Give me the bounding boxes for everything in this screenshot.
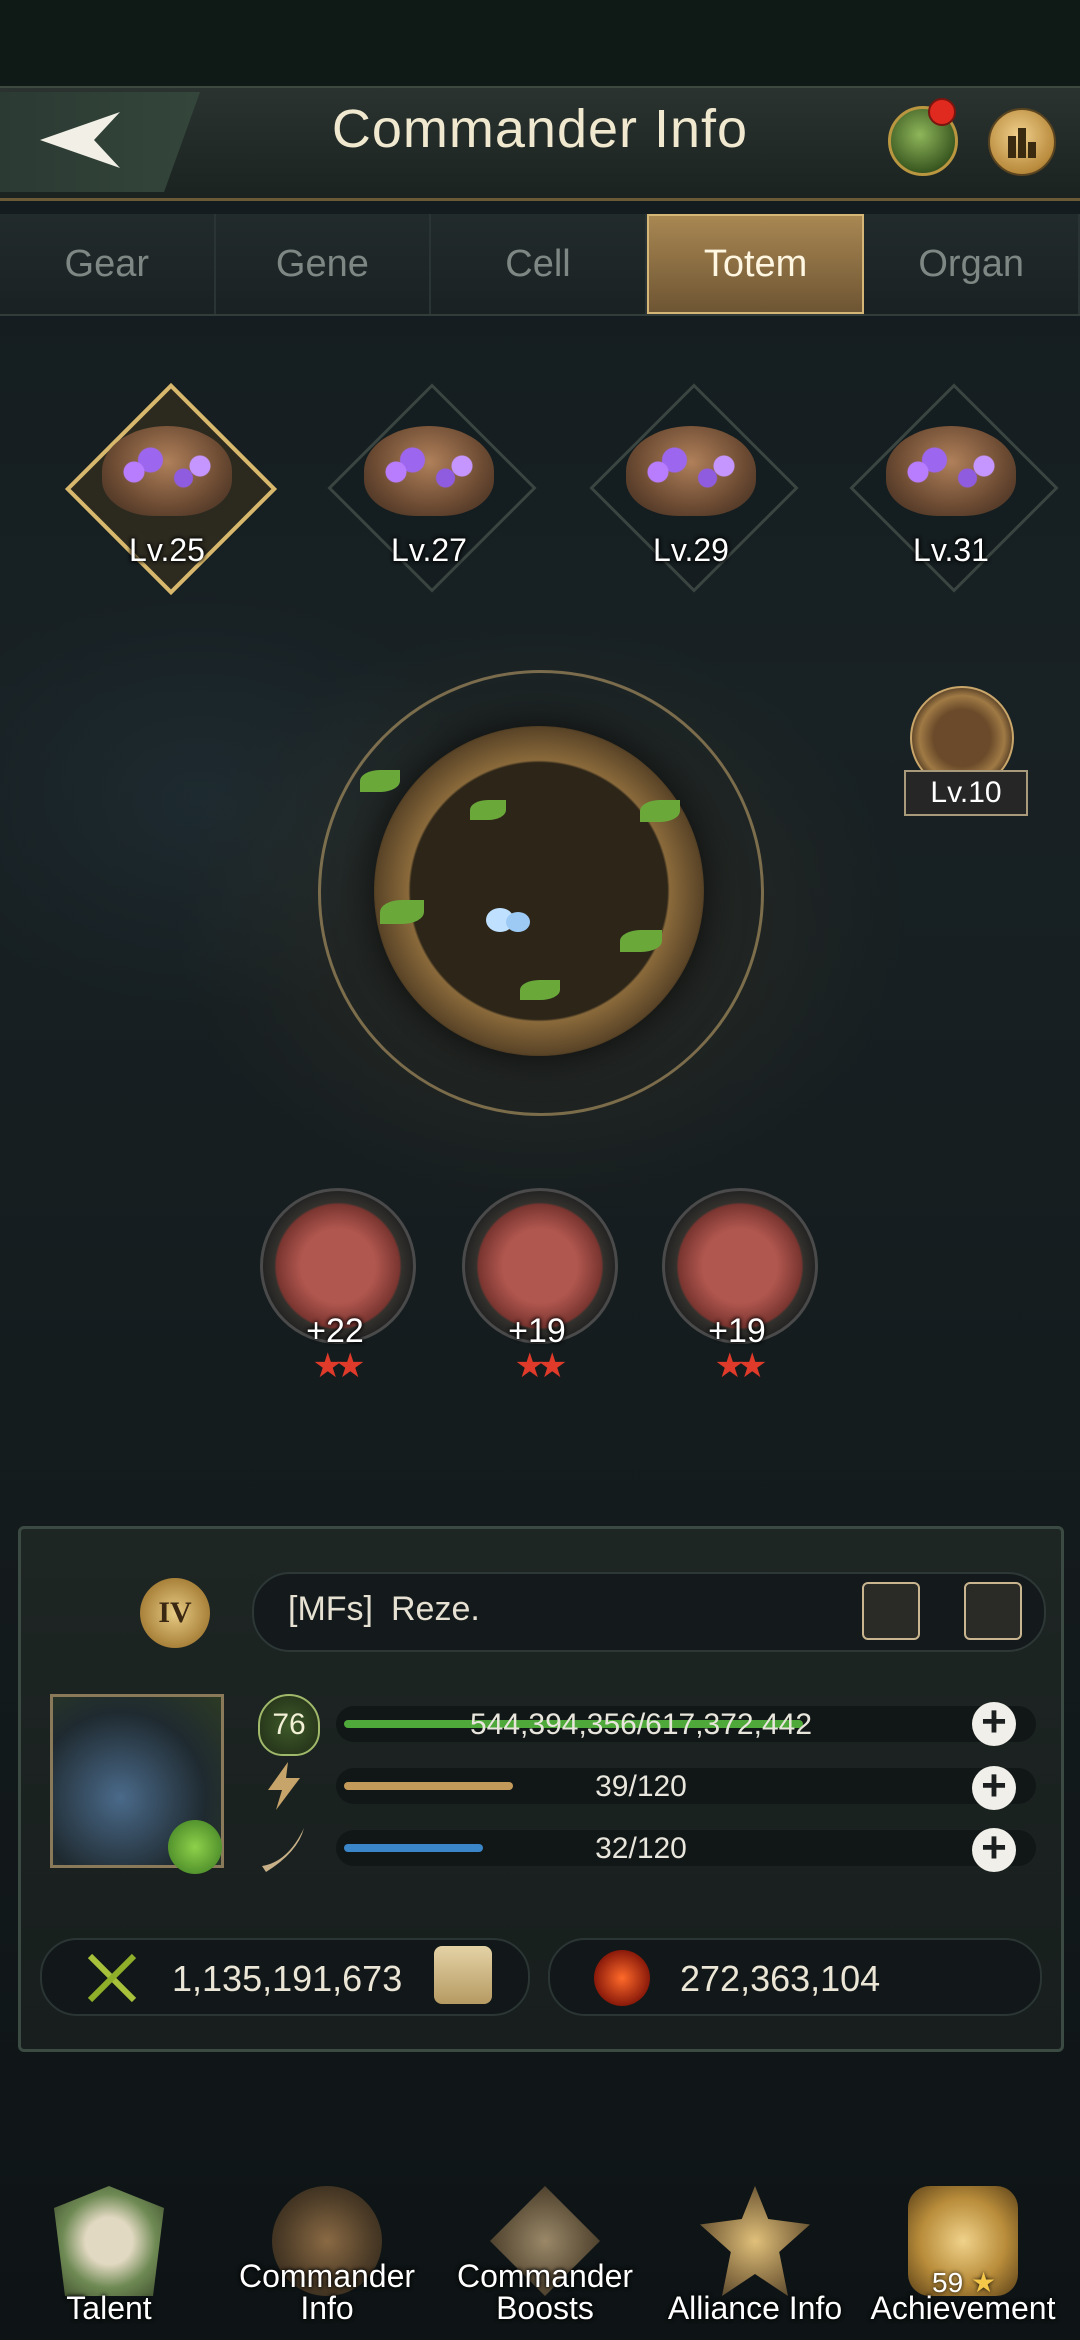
- slot-level: Lv.27: [391, 532, 467, 568]
- horn-icon: [262, 1828, 304, 1872]
- leaf-icon: [640, 800, 680, 822]
- nav-alliance-info-label: Alliance Info: [667, 2290, 843, 2326]
- rune-attack-stars: ★★: [312, 1347, 366, 1385]
- slot-level: Lv.29: [653, 532, 729, 568]
- leaf-icon: [470, 800, 506, 820]
- side-totem-level: Lv.10: [904, 770, 1028, 816]
- document-icon[interactable]: [862, 1582, 920, 1640]
- slot-level: Lv.25: [129, 532, 205, 568]
- nav-commander-info-label: Commander Info: [238, 2258, 416, 2326]
- tab-gear[interactable]: Gear: [0, 214, 216, 314]
- nav-alliance-info[interactable]: [650, 2186, 860, 2296]
- swap-avatar-icon[interactable]: [168, 1820, 222, 1874]
- tab-cell[interactable]: Cell: [431, 214, 647, 314]
- totem-slot-2[interactable]: Lv.27: [324, 380, 537, 593]
- rank-badge[interactable]: IV: [140, 1578, 210, 1648]
- scroll-icon[interactable]: [434, 1946, 492, 2004]
- power-value: 1,135,191,673: [172, 1958, 403, 1999]
- leaf-icon: [380, 900, 424, 924]
- alliance-tag: [MFs]: [288, 1590, 373, 1628]
- butterfly-icon: [486, 908, 530, 932]
- rune-defense-stars: ★★: [514, 1347, 568, 1385]
- tab-totem[interactable]: Totem: [646, 214, 865, 314]
- central-totem[interactable]: [374, 726, 704, 1056]
- level-icon: 76: [258, 1694, 320, 1756]
- ranking-icon[interactable]: [988, 108, 1056, 176]
- rune-health-stars: ★★: [714, 1347, 768, 1385]
- alliance-info-icon: [700, 2186, 810, 2296]
- flowers-icon: [636, 436, 746, 496]
- totem-slot-4[interactable]: Lv.31: [846, 380, 1059, 593]
- lightning-icon: [268, 1762, 300, 1810]
- player-name: [MFs] Reze.: [288, 1590, 480, 1629]
- leaf-icon: [620, 930, 662, 952]
- stamina-text: 39/120: [595, 1770, 687, 1803]
- totem-slot-1[interactable]: Lv.25: [62, 380, 278, 596]
- player-name-text: Reze.: [390, 1590, 480, 1628]
- exp-text: 544,394,356/617,372,442: [470, 1708, 812, 1741]
- nav-commander-boosts-label: Commander Boosts: [456, 2258, 634, 2326]
- nav-talent[interactable]: [4, 2186, 214, 2296]
- kills-value: 272,363,104: [680, 1958, 881, 1999]
- kills-icon: [594, 1950, 650, 2006]
- flowers-icon: [374, 436, 484, 496]
- leaf-icon: [520, 980, 560, 1000]
- flowers-icon: [896, 436, 1006, 496]
- swords-icon: [87, 1953, 137, 2003]
- tab-gene[interactable]: Gene: [215, 214, 432, 314]
- tab-organ[interactable]: Organ: [864, 214, 1080, 314]
- flowers-icon: [112, 436, 222, 496]
- top-strip: [0, 0, 1080, 88]
- leaf-icon: [360, 770, 400, 792]
- nav-achievement-label: Achievement: [870, 2290, 1056, 2326]
- nav-talent-label: Talent: [66, 2290, 152, 2326]
- talent-icon: [54, 2186, 164, 2296]
- totem-slot-3[interactable]: Lv.29: [586, 380, 799, 593]
- edit-icon[interactable]: [964, 1582, 1022, 1640]
- tab-bar: Gear Gene Cell Totem Organ: [0, 214, 1080, 316]
- add-exp-button[interactable]: +: [972, 1700, 1016, 1746]
- add-horn-button[interactable]: +: [972, 1826, 1016, 1872]
- notification-dot: [928, 98, 956, 126]
- horn-text: 32/120: [595, 1832, 687, 1865]
- add-stamina-button[interactable]: +: [972, 1764, 1016, 1810]
- slot-level: Lv.31: [913, 532, 989, 568]
